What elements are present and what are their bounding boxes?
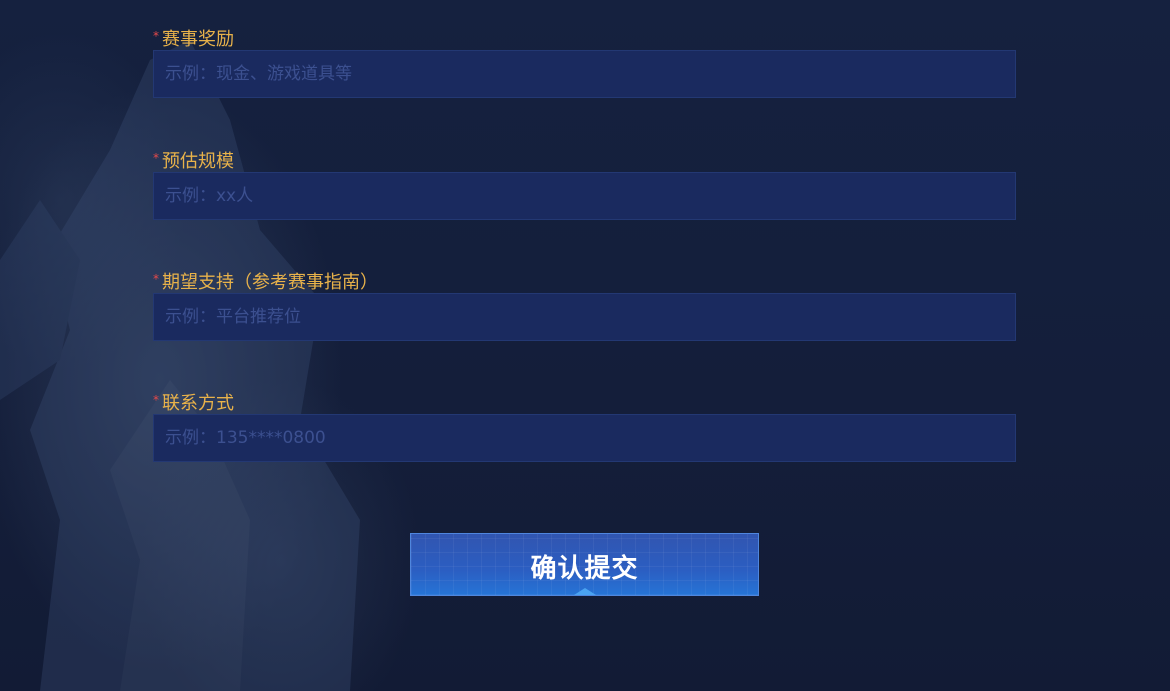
contact-label-text: 联系方式 (162, 393, 234, 414)
support-label: * 期望支持（参考赛事指南） (153, 271, 378, 295)
support-input[interactable] (153, 293, 1016, 341)
scale-label-text: 预估规模 (162, 151, 234, 172)
button-notch-decoration (573, 588, 596, 595)
required-mark: * (153, 272, 159, 286)
reward-label-text: 赛事奖励 (162, 29, 234, 50)
contact-input[interactable] (153, 414, 1016, 462)
required-mark: * (153, 29, 159, 43)
required-mark: * (153, 393, 159, 407)
character-artwork-background (0, 40, 360, 691)
required-mark: * (153, 151, 159, 165)
support-label-text: 期望支持（参考赛事指南） (162, 272, 378, 293)
confirm-submit-button[interactable]: 确认提交 (410, 533, 759, 596)
contact-label: * 联系方式 (153, 392, 234, 416)
reward-input[interactable] (153, 50, 1016, 98)
scale-input[interactable] (153, 172, 1016, 220)
reward-label: * 赛事奖励 (153, 28, 234, 52)
scale-label: * 预估规模 (153, 150, 234, 174)
